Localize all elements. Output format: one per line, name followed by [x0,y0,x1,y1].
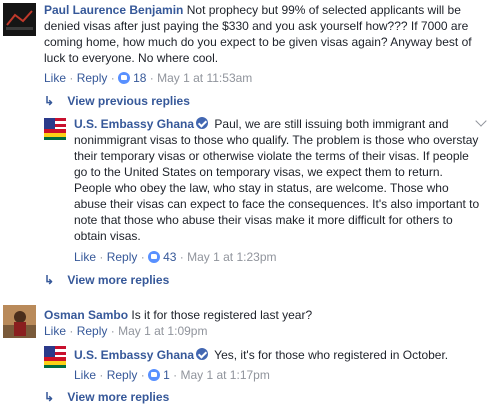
timestamp[interactable]: May 1 at 1:23pm [187,250,276,264]
reply-author[interactable]: U.S. Embassy Ghana [74,117,194,131]
like-link[interactable]: Like [74,368,96,382]
reply-arrow-icon: ↳ [44,94,55,108]
reply-body: U.S. Embassy Ghana Paul, we are still is… [74,116,482,244]
reply-arrow-icon: ↳ [44,273,55,287]
reply-link[interactable]: Reply [107,250,138,264]
view-more-replies[interactable]: ↳ View more replies [44,390,169,404]
like-link[interactable]: Like [74,250,96,264]
comment-body: Paul Laurence Benjamin Not prophecy but … [44,2,484,66]
like-count[interactable]: 18 [133,71,146,85]
reply-link[interactable]: Reply [107,368,138,382]
timestamp[interactable]: May 1 at 1:17pm [180,368,269,382]
reply-text: Paul, we are still issuing both immigran… [74,117,480,243]
flag-icon [44,346,66,368]
like-link[interactable]: Like [44,324,66,338]
like-icon [148,369,161,381]
view-previous-replies-label[interactable]: View previous replies [67,94,190,108]
avatar[interactable] [3,305,36,338]
comment-author[interactable]: Osman Sambo [44,308,128,322]
like-count[interactable]: 43 [163,250,176,264]
comment-text: Is it for those registered last year? [131,308,313,322]
reply-text: Yes, it's for those who registered in Oc… [214,348,449,362]
reply-arrow-icon: ↳ [44,390,55,404]
like-icon [148,251,161,263]
flag-icon [44,118,66,140]
comment-actions: Like · Reply · 18 · May 1 at 11:53am [44,71,253,85]
timestamp[interactable]: May 1 at 1:09pm [118,324,207,338]
avatar-embassy[interactable] [44,346,66,368]
view-more-replies-label[interactable]: View more replies [67,390,169,404]
reply-author[interactable]: U.S. Embassy Ghana [74,348,194,362]
view-more-replies[interactable]: ↳ View more replies [44,273,169,287]
comment-actions: Like · Reply · May 1 at 1:09pm [44,324,208,338]
reply-body: U.S. Embassy Ghana Yes, it's for those w… [74,347,482,363]
reply-link[interactable]: Reply [77,324,108,338]
like-icon [118,72,131,84]
reply-link[interactable]: Reply [77,71,108,85]
avatar[interactable] [3,3,36,36]
avatar-embassy[interactable] [44,118,66,140]
reply-actions: Like · Reply · 1 · May 1 at 1:17pm [74,368,270,382]
comment-author[interactable]: Paul Laurence Benjamin [44,3,183,17]
timestamp[interactable]: May 1 at 11:53am [157,71,252,85]
avatar-image [3,3,36,36]
reply-actions: Like · Reply · 43 · May 1 at 1:23pm [74,250,277,264]
view-more-replies-label[interactable]: View more replies [67,273,169,287]
comment-body: Osman Sambo Is it for those registered l… [44,307,484,323]
verified-icon [196,348,209,360]
avatar-image [3,305,36,338]
like-count[interactable]: 1 [163,368,170,382]
view-previous-replies[interactable]: ↳ View previous replies [44,94,190,108]
like-link[interactable]: Like [44,71,66,85]
verified-icon [196,117,209,129]
